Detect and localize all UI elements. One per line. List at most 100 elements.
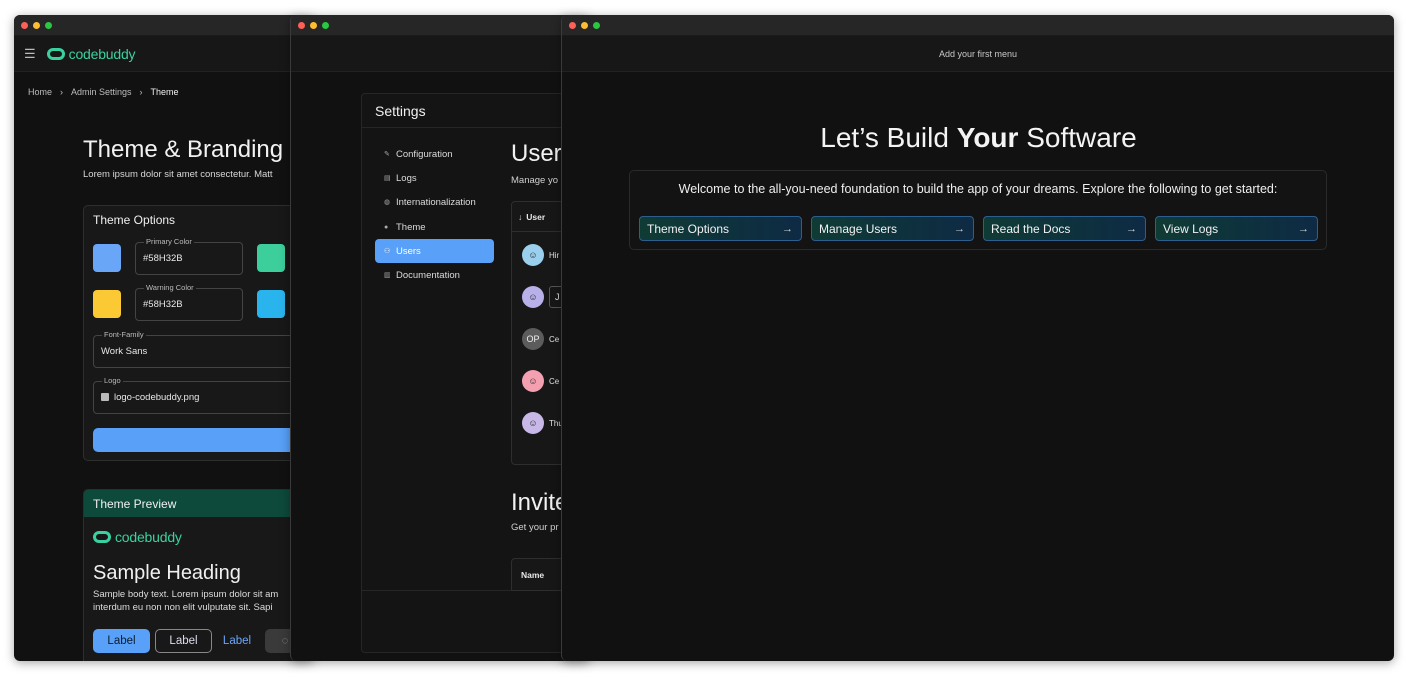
sample-outline-button[interactable]: Label xyxy=(155,629,212,653)
user-name: Hir xyxy=(549,251,560,260)
sample-body-line-1: Sample body text. Lorem ipsum dolor sit … xyxy=(93,589,279,600)
theme-options-title: Theme Options xyxy=(93,213,176,227)
chevron-right-icon: › xyxy=(60,87,64,97)
primary-color-label: Primary Color xyxy=(144,237,194,246)
image-icon xyxy=(101,393,109,401)
button-label: Theme Options xyxy=(647,221,730,236)
close-window-button[interactable] xyxy=(298,21,305,29)
user-column-header: User xyxy=(526,211,546,222)
users-icon: ⚇ xyxy=(384,248,391,255)
primary-color-swatch[interactable] xyxy=(93,244,121,272)
theme-options-panel: Theme Options Primary Color #58H32B Warn… xyxy=(83,205,314,461)
logo-label: Logo xyxy=(102,376,123,385)
minimize-window-button[interactable] xyxy=(310,21,317,29)
welcome-window: Add your first menu Let’s Build Your Sof… xyxy=(561,15,1394,661)
warning-color-value: #58H32B xyxy=(143,299,183,310)
avatar: OP xyxy=(522,328,544,350)
minimize-window-button[interactable] xyxy=(33,21,40,29)
window-titlebar xyxy=(14,15,314,36)
avatar: ☺ xyxy=(522,286,544,308)
codebuddy-logo-icon xyxy=(93,531,111,543)
page-title: Theme & Branding xyxy=(83,136,284,163)
logo-filename: logo-codebuddy.png xyxy=(114,392,200,403)
app-bar: ☰ codebuddy xyxy=(14,36,314,72)
logo-text: codebuddy xyxy=(68,45,136,62)
menu-bar: Add your first menu xyxy=(562,36,1394,72)
primary-color-value: #58H32B xyxy=(143,253,183,264)
manage-users-button[interactable]: Manage Users → xyxy=(811,216,974,241)
read-the-docs-button[interactable]: Read the Docs → xyxy=(983,216,1146,241)
add-menu-placeholder[interactable]: Add your first menu xyxy=(939,49,1017,59)
sample-text-button[interactable]: Label xyxy=(217,629,257,653)
button-label: Manage Users xyxy=(819,221,898,236)
nav-item-theme[interactable]: ● Theme xyxy=(375,215,494,239)
nav-item-documentation[interactable]: ▥ Documentation xyxy=(375,263,494,287)
nav-label: Configuration xyxy=(396,148,453,160)
document-icon: ▥ xyxy=(384,272,391,279)
sample-body: Sample body text. Lorem ipsum dolor sit … xyxy=(93,588,278,614)
nav-item-internationalization[interactable]: ◍ Internationalization xyxy=(375,190,494,214)
codebuddy-logo[interactable]: codebuddy xyxy=(46,45,136,62)
maximize-window-button[interactable] xyxy=(322,21,329,29)
arrow-right-icon: → xyxy=(782,222,793,235)
hero-bold: Your xyxy=(956,122,1019,153)
app-bar xyxy=(291,36,590,72)
user-name: Ce xyxy=(549,335,560,344)
globe-icon: ◍ xyxy=(384,199,391,206)
breadcrumb-home[interactable]: Home xyxy=(28,87,52,97)
nav-item-logs[interactable]: ▤ Logs xyxy=(375,166,494,190)
settings-window: Settings ✎ Configuration ▤ Logs ◍ Internati… xyxy=(290,15,590,661)
maximize-window-button[interactable] xyxy=(593,21,600,29)
primary-color-field[interactable]: Primary Color #58H32B xyxy=(135,237,243,275)
nav-label: Internationalization xyxy=(396,196,476,208)
sort-arrow-icon: ↓ xyxy=(518,211,523,222)
avatar: ☺ xyxy=(522,244,544,266)
hero-heading: Let’s Build Your Software xyxy=(562,122,1394,154)
hamburger-menu-icon[interactable]: ☰ xyxy=(24,46,36,62)
minimize-window-button[interactable] xyxy=(581,21,588,29)
sample-primary-button[interactable]: Label xyxy=(93,629,150,653)
arrow-right-icon: → xyxy=(954,222,965,235)
list-icon: ▤ xyxy=(384,175,391,182)
welcome-text: Welcome to the all-you-need foundation t… xyxy=(678,182,1278,196)
close-window-button[interactable] xyxy=(21,21,28,29)
hero-prefix: Let’s Build xyxy=(820,122,957,153)
secondary-color-swatch[interactable] xyxy=(257,244,285,272)
settings-title: Settings xyxy=(362,94,590,128)
button-label: View Logs xyxy=(1163,221,1219,236)
theme-preview-title: Theme Preview xyxy=(84,490,314,517)
theme-options-button[interactable]: Theme Options → xyxy=(639,216,802,241)
breadcrumb: Home › Admin Settings › Theme xyxy=(28,87,179,97)
font-family-field[interactable]: Font-Family Work Sans xyxy=(93,330,314,368)
info-color-swatch[interactable] xyxy=(257,290,285,318)
breadcrumb-theme: Theme xyxy=(150,87,179,97)
save-theme-button[interactable] xyxy=(93,428,314,452)
button-label: Read the Docs xyxy=(991,221,1071,236)
font-family-label: Font-Family xyxy=(102,330,146,339)
chevron-right-icon: › xyxy=(139,87,143,97)
nav-item-configuration[interactable]: ✎ Configuration xyxy=(375,142,494,166)
theme-window: ☰ codebuddy Home › Admin Settings › Them… xyxy=(14,15,314,661)
users-subtitle: Manage yo xyxy=(511,175,559,186)
breadcrumb-admin-settings[interactable]: Admin Settings xyxy=(71,87,132,97)
preview-logo: codebuddy xyxy=(93,529,182,545)
sample-heading: Sample Heading xyxy=(93,562,241,584)
nav-label: Logs xyxy=(396,172,417,184)
codebuddy-logo-icon xyxy=(46,47,65,60)
welcome-card: Welcome to the all-you-need foundation t… xyxy=(629,170,1327,250)
window-titlebar xyxy=(291,15,590,36)
view-logs-button[interactable]: View Logs → xyxy=(1155,216,1318,241)
maximize-window-button[interactable] xyxy=(45,21,52,29)
close-window-button[interactable] xyxy=(569,21,576,29)
avatar: ☺ xyxy=(522,370,544,392)
theme-preview-panel: Theme Preview codebuddy Sample Heading S… xyxy=(83,489,314,661)
warning-color-swatch[interactable] xyxy=(93,290,121,318)
nav-item-users[interactable]: ⚇ Users xyxy=(375,239,494,263)
warning-color-field[interactable]: Warning Color #58H32B xyxy=(135,283,243,321)
nav-label: Users xyxy=(396,245,421,257)
warning-color-label: Warning Color xyxy=(144,283,196,292)
preview-logo-text: codebuddy xyxy=(115,529,182,545)
arrow-right-icon: → xyxy=(1126,222,1137,235)
logo-upload-field[interactable]: Logo logo-codebuddy.png xyxy=(93,376,314,414)
invite-title: Invite xyxy=(511,489,569,516)
